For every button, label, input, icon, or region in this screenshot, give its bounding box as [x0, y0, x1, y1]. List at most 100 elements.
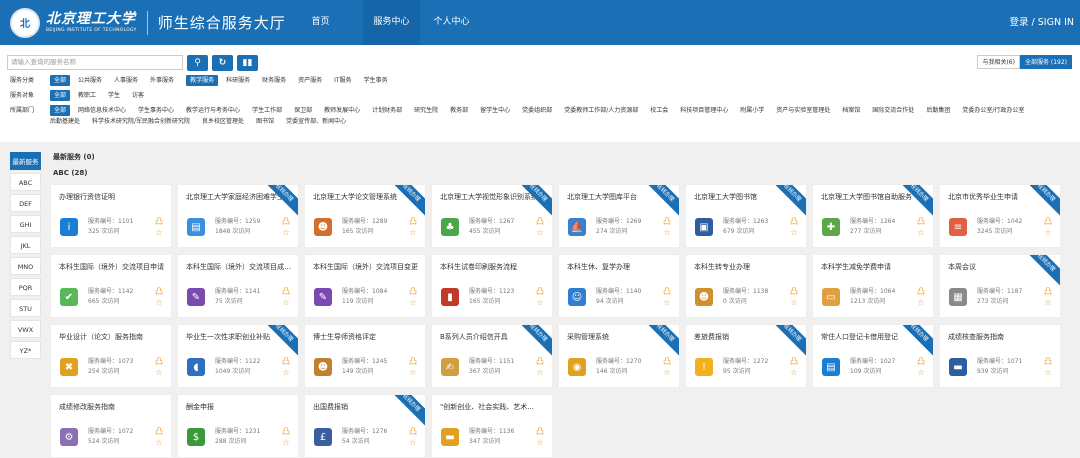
filter-option[interactable]: 学生工作部 — [252, 105, 282, 116]
star-icon[interactable]: ☆ — [407, 297, 419, 308]
star-icon[interactable]: ☆ — [661, 297, 673, 308]
star-icon[interactable]: ☆ — [915, 297, 927, 308]
nav-personal-center[interactable]: 个人中心 — [423, 0, 480, 45]
index-item[interactable]: 最新服务 — [10, 152, 41, 170]
lock-icon[interactable]: 凸 — [153, 356, 165, 367]
service-card[interactable]: 北京理工大学视觉形象识别系统 ♣ 服务编号：1267 455 次访问凸 ☆ 在线办理 — [431, 184, 553, 248]
lock-icon[interactable]: 凸 — [534, 286, 546, 297]
service-card[interactable]: 成绩修改服务指南 ⚙ 服务编号：1072 524 次访问 凸 ☆ — [50, 394, 172, 458]
service-card[interactable]: 办理银行资信证明 i 服务编号：1101 325 次访问 凸 ☆ — [50, 184, 172, 248]
filter-option[interactable]: 国际交流合作处 — [872, 105, 914, 116]
filter-option[interactable]: 资产服务 — [298, 75, 322, 86]
lock-icon[interactable]: 凸 — [534, 216, 546, 227]
star-icon[interactable]: ☆ — [407, 227, 419, 238]
filter-option[interactable]: 科研服务 — [226, 75, 250, 86]
lock-icon[interactable]: 凸 — [280, 216, 292, 227]
filter-option[interactable]: 科学技术研究院/军民融合创新研究院 — [92, 116, 190, 127]
lock-icon[interactable]: 凸 — [407, 286, 419, 297]
service-card[interactable]: 北京理工大学图库平台 ⛵ 服务编号：1269 274 次访问凸 ☆ 在线办理 — [558, 184, 680, 248]
index-item[interactable]: PQR — [10, 278, 41, 296]
university-logo[interactable]: 北 北京理工大学 BEIJING INSTITUTE OF TECHNOLOGY… — [0, 7, 300, 38]
star-icon[interactable]: ☆ — [280, 367, 292, 378]
lock-icon[interactable]: 凸 — [534, 426, 546, 437]
service-card[interactable]: 北京市优秀毕业生申请 ≡ 服务编号：1042 3245 次访问凸 ☆ 在线办理 — [939, 184, 1061, 248]
nav-service-center[interactable]: 服务中心 — [363, 0, 420, 45]
nav-home[interactable]: 首页 — [300, 0, 341, 45]
star-icon[interactable]: ☆ — [153, 437, 165, 448]
lock-icon[interactable]: 凸 — [534, 356, 546, 367]
lock-icon[interactable]: 凸 — [280, 286, 292, 297]
lock-icon[interactable]: 凸 — [153, 216, 165, 227]
star-icon[interactable]: ☆ — [534, 297, 546, 308]
star-icon[interactable]: ☆ — [1042, 297, 1054, 308]
filter-option[interactable]: 党委宣传部、新闻中心 — [286, 116, 346, 127]
star-icon[interactable]: ☆ — [534, 227, 546, 238]
star-icon[interactable]: ☆ — [1042, 227, 1054, 238]
filter-option[interactable]: 财务服务 — [262, 75, 286, 86]
service-card[interactable]: 成绩核查服务指南 ▬ 服务编号：1071 939 次访问 凸 ☆ — [939, 324, 1061, 388]
search-button[interactable]: ⚲ — [187, 54, 208, 71]
star-icon[interactable]: ☆ — [788, 367, 800, 378]
star-icon[interactable]: ☆ — [280, 227, 292, 238]
filter-option[interactable]: 学生 — [108, 90, 120, 101]
service-card[interactable]: 差旅费报销! 服务编号：1272 95 次访问凸 ☆ 在线办理 — [685, 324, 807, 388]
filter-option[interactable]: 党委组织部 — [522, 105, 552, 116]
lock-icon[interactable]: 凸 — [915, 286, 927, 297]
service-card[interactable]: B系列人员介绍信开具 ✍ 服务编号：1151 367 次访问凸 ☆ 在线办理 — [431, 324, 553, 388]
service-card[interactable]: 博士生导师资格评定 ☻ 服务编号：1245 149 次访问 凸 ☆ — [304, 324, 426, 388]
index-item[interactable]: VWX — [10, 320, 41, 338]
filter-option[interactable]: 教学运行与考务中心 — [186, 105, 240, 116]
service-card[interactable]: 毕业生一次性求职创业补贴 ◖ 服务编号：1122 1049 次访问凸 ☆ 在线办理 — [177, 324, 299, 388]
filter-option[interactable]: 计划财务部 — [372, 105, 402, 116]
service-card[interactable]: 本科生休、复学办理 ☺ 服务编号：1140 94 次访问 凸 ☆ — [558, 254, 680, 318]
tab-related[interactable]: 与我相关(6) — [977, 55, 1020, 69]
filter-option[interactable]: 教务部 — [450, 105, 468, 116]
service-card[interactable]: 北京理工大学家庭经济困难学生认定 ▤ 服务编号：1259 1848 次访问凸 ☆ 在线办理 — [177, 184, 299, 248]
star-icon[interactable]: ☆ — [788, 297, 800, 308]
filter-option[interactable]: 科技项目管理中心 — [680, 105, 728, 116]
star-icon[interactable]: ☆ — [915, 367, 927, 378]
lock-icon[interactable]: 凸 — [915, 216, 927, 227]
service-card[interactable]: 采购管理系统 ◉ 服务编号：1270 146 次访问凸 ☆ 在线办理 — [558, 324, 680, 388]
lock-icon[interactable]: 凸 — [407, 356, 419, 367]
filter-option[interactable]: 保卫部 — [294, 105, 312, 116]
filter-option[interactable]: 外事服务 — [150, 75, 174, 86]
login-link[interactable]: 登录 / SIGN IN — [1010, 0, 1074, 45]
filter-option[interactable]: 学生事务 — [364, 75, 388, 86]
filter-option[interactable]: 党委教师工作部/人力资源部 — [564, 105, 638, 116]
service-card[interactable]: 北京理工大学论文管理系统 ☻ 服务编号：1289 165 次访问凸 ☆ 在线办理 — [304, 184, 426, 248]
filter-option[interactable]: 后勤集团 — [926, 105, 950, 116]
index-item[interactable]: DEF — [10, 194, 41, 212]
lock-icon[interactable]: 凸 — [407, 216, 419, 227]
index-item[interactable]: STU — [10, 299, 41, 317]
filter-option[interactable]: 教师发展中心 — [324, 105, 360, 116]
lock-icon[interactable]: 凸 — [788, 356, 800, 367]
filter-option[interactable]: 人事服务 — [114, 75, 138, 86]
filter-option[interactable]: 教学服务 — [186, 75, 219, 86]
service-card[interactable]: 本周会议 ▦ 服务编号：1187 273 次访问凸 ☆ 在线办理 — [939, 254, 1061, 318]
lock-icon[interactable]: 凸 — [153, 426, 165, 437]
star-icon[interactable]: ☆ — [915, 227, 927, 238]
filter-option[interactable]: 网络信息技术中心 — [78, 105, 126, 116]
service-card[interactable]: 本科学生减免学费申请 ▭ 服务编号：1064 1213 次访问 凸 ☆ — [812, 254, 934, 318]
lock-icon[interactable]: 凸 — [788, 286, 800, 297]
star-icon[interactable]: ☆ — [661, 227, 673, 238]
lock-icon[interactable]: 凸 — [1042, 356, 1054, 367]
service-card[interactable]: 本科生国际（境外）交流项目申请 ✔ 服务编号：1142 665 次访问 凸 ☆ — [50, 254, 172, 318]
lock-icon[interactable]: 凸 — [788, 216, 800, 227]
lock-icon[interactable]: 凸 — [1042, 216, 1054, 227]
star-icon[interactable]: ☆ — [153, 297, 165, 308]
service-card[interactable]: 常住人口登记卡借用登记 ▤ 服务编号：1027 109 次访问凸 ☆ 在线办理 — [812, 324, 934, 388]
index-item[interactable]: MNO — [10, 257, 41, 275]
service-card[interactable]: 毕业设计（论文）服务指南 ✖ 服务编号：1073 254 次访问 凸 ☆ — [50, 324, 172, 388]
index-item[interactable]: JKL — [10, 236, 41, 254]
filter-option[interactable]: 党委办公室/行政办公室 — [962, 105, 1024, 116]
star-icon[interactable]: ☆ — [153, 227, 165, 238]
filter-option[interactable]: 留学生中心 — [480, 105, 510, 116]
index-item[interactable]: YZ* — [10, 341, 41, 359]
chart-button[interactable]: ▮▮ — [237, 54, 258, 71]
service-card[interactable]: 北京理工大学图书馆自助服务 ✚ 服务编号：1264 277 次访问凸 ☆ 在线办理 — [812, 184, 934, 248]
service-card[interactable]: 本科生试卷印刷服务流程 ▮ 服务编号：1123 165 次访问 凸 ☆ — [431, 254, 553, 318]
filter-option[interactable]: 良乡校区管理处 — [202, 116, 244, 127]
service-card[interactable]: 本科生国际（境外）交流项目变更 ✎ 服务编号：1084 119 次访问 凸 ☆ — [304, 254, 426, 318]
